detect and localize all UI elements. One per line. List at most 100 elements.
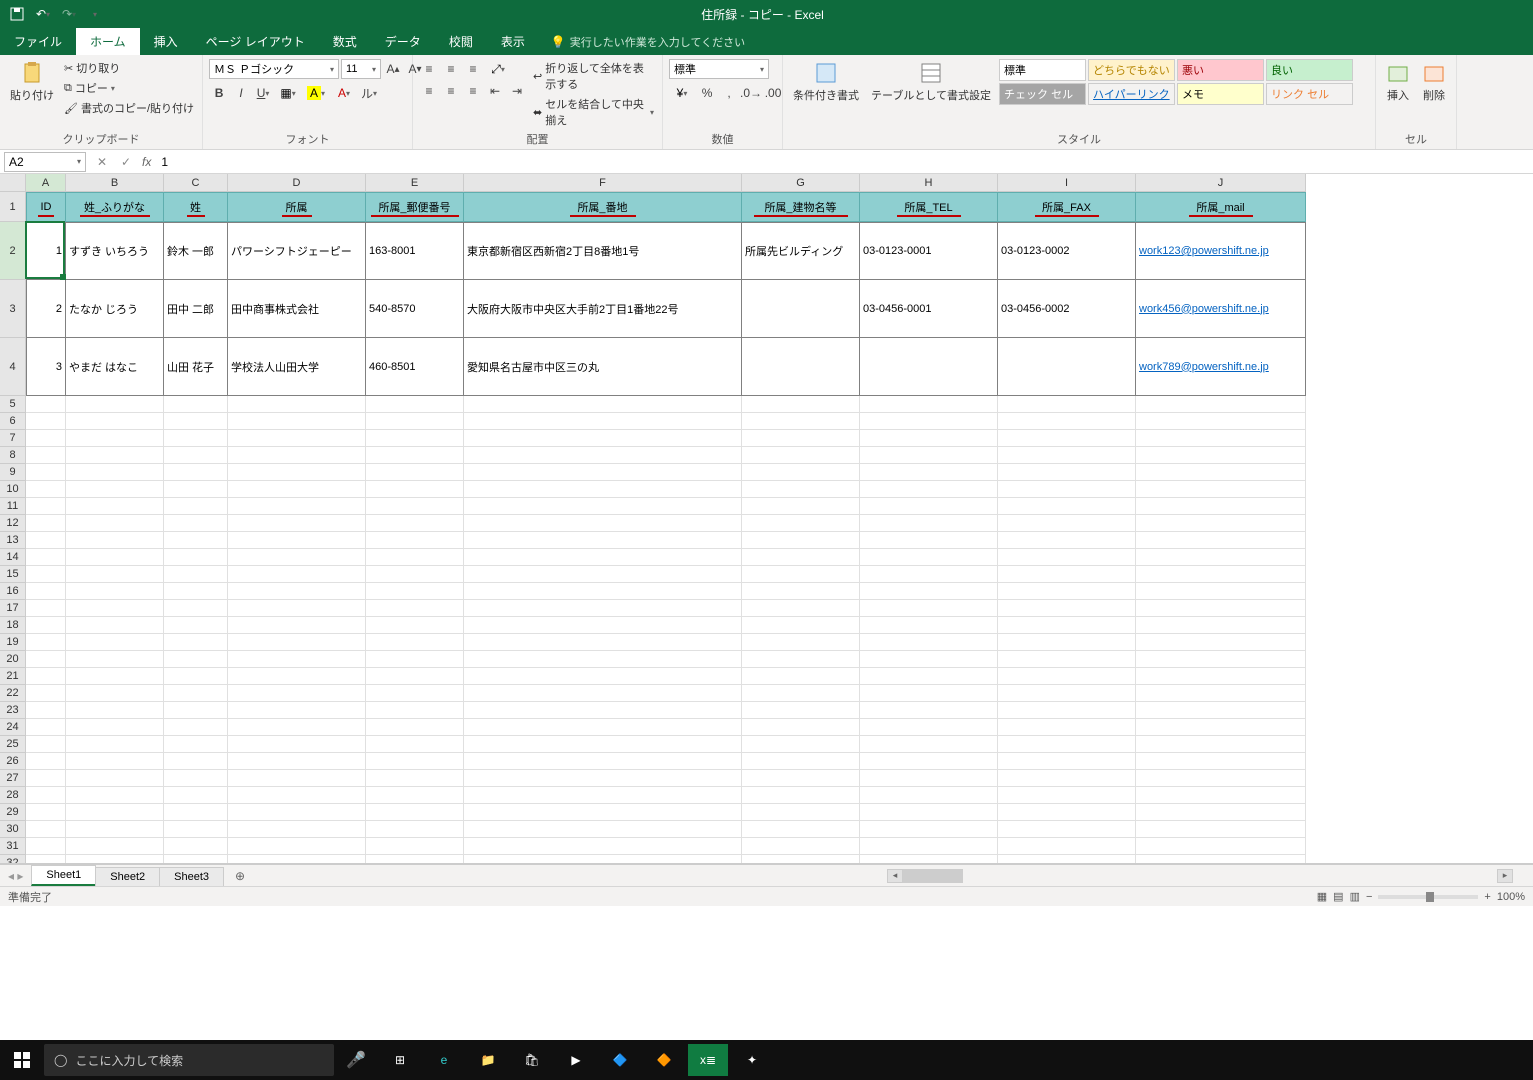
empty-cell[interactable] [366,736,464,753]
row-header-10[interactable]: 10 [0,481,26,498]
empty-cell[interactable] [998,702,1136,719]
empty-cell[interactable] [1136,481,1306,498]
row-header-8[interactable]: 8 [0,447,26,464]
row-header-21[interactable]: 21 [0,668,26,685]
empty-cell[interactable] [860,685,998,702]
fx-icon[interactable]: fx [138,155,155,169]
empty-cell[interactable] [66,549,164,566]
empty-cell[interactable] [164,634,228,651]
empty-cell[interactable] [1136,549,1306,566]
table-header[interactable]: 所属_番地 [464,192,742,222]
view-page-break-icon[interactable]: ▥ [1350,890,1360,903]
empty-cell[interactable] [998,736,1136,753]
empty-cell[interactable] [1136,498,1306,515]
style-hyperlink[interactable]: ハイパーリンク [1088,83,1175,105]
empty-cell[interactable] [366,651,464,668]
empty-cell[interactable] [464,566,742,583]
empty-cell[interactable] [742,804,860,821]
table-cell[interactable]: 東京都新宿区西新宿2丁目8番地1号 [464,222,742,280]
empty-cell[interactable] [742,549,860,566]
empty-cell[interactable] [228,634,366,651]
table-header[interactable]: 姓_ふりがな [66,192,164,222]
empty-cell[interactable] [860,498,998,515]
empty-cell[interactable] [998,787,1136,804]
table-cell[interactable]: work123@powershift.ne.jp [1136,222,1306,280]
row-header-13[interactable]: 13 [0,532,26,549]
empty-cell[interactable] [26,464,66,481]
bold-button[interactable]: B [209,83,229,103]
empty-cell[interactable] [164,753,228,770]
name-box[interactable]: A2▾ [4,152,86,172]
undo-button[interactable]: ↶▾ [34,5,52,23]
empty-cell[interactable] [164,668,228,685]
empty-cell[interactable] [228,651,366,668]
empty-cell[interactable] [164,821,228,838]
row-header-23[interactable]: 23 [0,702,26,719]
row-header-26[interactable]: 26 [0,753,26,770]
empty-cell[interactable] [464,685,742,702]
comma-button[interactable]: , [719,83,739,103]
enter-formula-button[interactable]: ✓ [114,152,138,172]
empty-cell[interactable] [464,515,742,532]
empty-cell[interactable] [164,447,228,464]
empty-cell[interactable] [66,447,164,464]
empty-cell[interactable] [66,753,164,770]
empty-cell[interactable] [26,430,66,447]
style-neutral[interactable]: どちらでもない [1088,59,1175,81]
format-as-table-button[interactable]: テーブルとして書式設定 [867,59,995,105]
empty-cell[interactable] [1136,736,1306,753]
empty-cell[interactable] [66,515,164,532]
empty-cell[interactable] [26,634,66,651]
explorer-icon[interactable]: 📁 [466,1040,510,1080]
horizontal-scrollbar[interactable]: ◂ ▸ [887,869,1513,883]
empty-cell[interactable] [464,498,742,515]
empty-cell[interactable] [998,685,1136,702]
empty-cell[interactable] [860,413,998,430]
empty-cell[interactable] [742,464,860,481]
row-header-5[interactable]: 5 [0,396,26,413]
empty-cell[interactable] [742,498,860,515]
empty-cell[interactable] [228,753,366,770]
empty-cell[interactable] [1136,753,1306,770]
empty-cell[interactable] [26,838,66,855]
tab-review[interactable]: 校閲 [435,28,487,55]
empty-cell[interactable] [860,702,998,719]
empty-cell[interactable] [26,532,66,549]
spreadsheet-grid[interactable]: ABCDEFGHIJ 12345678910111213141516171819… [0,174,1533,864]
conditional-formatting-button[interactable]: 条件付き書式 [789,59,863,105]
empty-cell[interactable] [742,413,860,430]
empty-cell[interactable] [860,651,998,668]
empty-cell[interactable] [860,770,998,787]
empty-cell[interactable] [742,617,860,634]
mic-icon[interactable]: 🎤 [334,1040,378,1080]
style-linkcell[interactable]: リンク セル [1266,83,1353,105]
empty-cell[interactable] [26,413,66,430]
empty-cell[interactable] [228,498,366,515]
empty-cell[interactable] [228,430,366,447]
app-icon-2[interactable]: 🔷 [598,1040,642,1080]
font-name-select[interactable]: ＭＳ Ｐゴシック▾ [209,59,339,79]
empty-cell[interactable] [464,770,742,787]
table-header[interactable]: 所属_FAX [998,192,1136,222]
empty-cell[interactable] [998,821,1136,838]
empty-cell[interactable] [998,549,1136,566]
empty-cell[interactable] [366,668,464,685]
empty-cell[interactable] [1136,685,1306,702]
empty-cell[interactable] [66,396,164,413]
empty-cell[interactable] [26,396,66,413]
empty-cell[interactable] [860,821,998,838]
empty-cell[interactable] [1136,430,1306,447]
empty-cell[interactable] [26,719,66,736]
empty-cell[interactable] [66,668,164,685]
empty-cell[interactable] [26,685,66,702]
empty-cell[interactable] [860,566,998,583]
empty-cell[interactable] [366,549,464,566]
empty-cell[interactable] [66,430,164,447]
empty-cell[interactable] [1136,515,1306,532]
empty-cell[interactable] [742,583,860,600]
empty-cell[interactable] [1136,719,1306,736]
empty-cell[interactable] [742,702,860,719]
insert-cells-button[interactable]: 挿入 [1382,59,1414,105]
table-header[interactable]: 所属_郵便番号 [366,192,464,222]
empty-cell[interactable] [66,702,164,719]
